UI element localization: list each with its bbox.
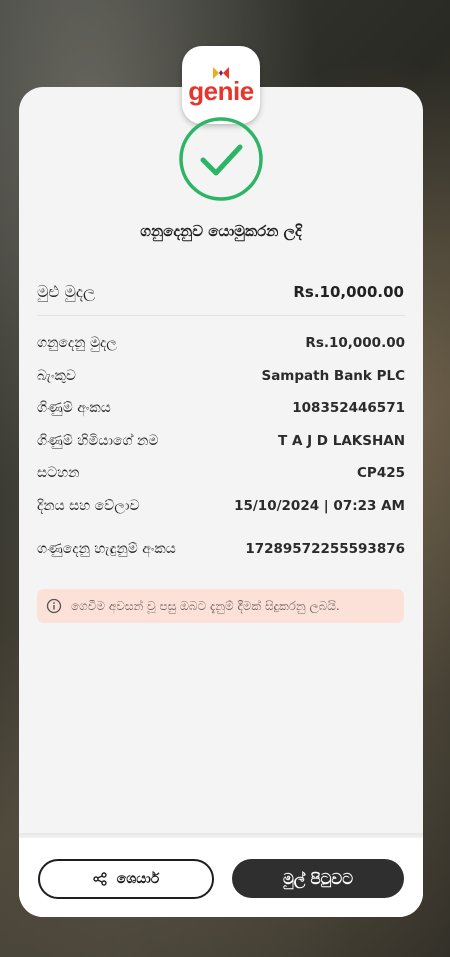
detail-row-note: සටහන CP425: [37, 463, 405, 483]
home-button-label: මුල් පිටුවට: [283, 869, 353, 888]
detail-label: ගිණුම් අංකය: [37, 400, 111, 416]
detail-label: දිනය සහ වේලාව: [37, 498, 140, 514]
detail-value: 15/10/2024 | 07:23 AM: [234, 498, 405, 514]
detail-value: Rs.10,000.00: [305, 335, 405, 351]
share-icon: [92, 872, 107, 886]
total-value: Rs.10,000.00: [293, 283, 404, 301]
share-button-label: ශෙයාර්: [116, 871, 160, 887]
logo-text: genie: [188, 76, 254, 106]
detail-label: ගණුදෙනු හැඳුනුම් අංකය: [37, 541, 176, 557]
total-amount-row: මුළු මුදල Rs.10,000.00: [37, 280, 404, 304]
total-label: මුළු මුදල: [37, 282, 96, 301]
divider: [37, 315, 405, 316]
detail-label: සටහන: [37, 465, 80, 481]
detail-row-bank: බැංකුව Sampath Bank PLC: [37, 366, 405, 386]
success-check-icon: [179, 117, 263, 201]
notice-text: ගෙවීම අවසන් වූ පසු ඔබට දැනුම් දීමක් සිදු…: [71, 598, 340, 613]
detail-value: CP425: [357, 465, 405, 481]
detail-row-account-holder: ගිණුම් හිමියාගේ නම T A J D LAKSHAN: [37, 431, 405, 451]
share-button[interactable]: ශෙයාර්: [38, 859, 214, 899]
detail-row-transaction-amount: ගනුදෙනු මුදල Rs.10,000.00: [37, 333, 405, 353]
detail-label: ගිණුම් හිමියාගේ නම: [37, 433, 159, 449]
status-title: ගනුදෙනුව යොමුකරන ලදි: [140, 222, 302, 240]
detail-row-transaction-id: ගණුදෙනු හැඳුනුම් අංකය 17289572255593876: [37, 530, 405, 568]
detail-row-date-time: දිනය සහ වේලාව 15/10/2024 | 07:23 AM: [37, 496, 405, 516]
info-icon: [46, 598, 62, 614]
notification-notice: ගෙවීම අවසන් වූ පසු ඔබට දැනුම් දීමක් සිදු…: [37, 589, 404, 623]
detail-value: 108352446571: [292, 400, 405, 416]
detail-value: Sampath Bank PLC: [261, 368, 405, 384]
detail-label: බැංකුව: [37, 368, 76, 384]
detail-row-account-number: ගිණුම් අංකය 108352446571: [37, 398, 405, 418]
detail-value: T A J D LAKSHAN: [278, 433, 405, 449]
home-button[interactable]: මුල් පිටුවට: [232, 859, 404, 898]
detail-value: 17289572255593876: [245, 541, 405, 557]
detail-label: ගනුදෙනු මුදල: [37, 335, 117, 351]
genie-logo: genie: [182, 46, 260, 124]
